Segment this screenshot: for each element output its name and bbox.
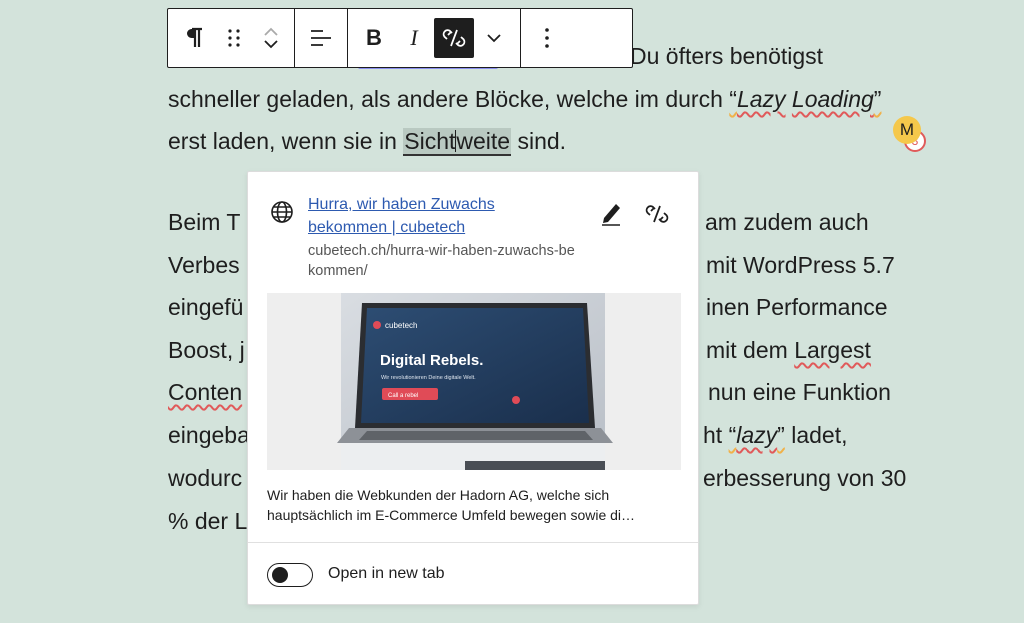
bold-button[interactable]: B xyxy=(354,18,394,58)
align-left-icon xyxy=(311,30,331,46)
toolbar-group-format: B I xyxy=(348,9,521,67)
text-segment: mit dem xyxy=(706,337,795,363)
bold-label: B xyxy=(366,25,382,50)
quote-mark: “ xyxy=(729,86,737,112)
quote-mark: ” xyxy=(777,422,785,448)
text-segment: Verbes xyxy=(168,252,240,278)
preview-cta: Call a rebel xyxy=(388,393,418,399)
text-segment: ladet, xyxy=(784,422,848,448)
toggle-knob xyxy=(272,567,288,583)
toolbar-group-options xyxy=(521,9,573,67)
text-segment: Sicht xyxy=(404,128,456,154)
open-in-new-tab-label[interactable]: Open in new tab xyxy=(328,565,445,583)
quote-mark: ” xyxy=(873,86,882,112)
paragraph2-line-4-left[interactable]: Boost, j xyxy=(168,335,245,365)
globe-icon xyxy=(271,201,293,223)
text-segment: ht xyxy=(703,422,729,448)
italic-button[interactable]: I xyxy=(394,18,434,58)
preview-headline: Digital Rebels. xyxy=(380,352,483,369)
paragraph2-line-3-right[interactable]: inen Performance xyxy=(706,292,888,322)
pencil-icon xyxy=(602,204,620,226)
paragraph2-line-1-right[interactable]: am zudem auch xyxy=(705,207,869,237)
text-segment: wodurc xyxy=(168,465,243,491)
link-title[interactable]: Hurra, wir haben Zuwachs bekommen | cube… xyxy=(308,193,528,239)
text-segment: % der L xyxy=(168,508,248,534)
paragraph2-line-1-left[interactable]: Beim T xyxy=(168,207,240,237)
paragraph-icon xyxy=(187,27,202,47)
block-toolbar: B I xyxy=(167,8,633,68)
avatar[interactable]: M xyxy=(893,116,921,144)
text-segment: Boost, j xyxy=(168,337,245,363)
toolbar-group-block xyxy=(168,9,295,67)
more-vertical-icon xyxy=(545,28,549,48)
text-segment: mit WordPress 5.7 xyxy=(706,252,895,278)
unlink-icon xyxy=(645,205,669,223)
selected-link-text[interactable]: Sichtweite xyxy=(403,128,512,156)
link-popover: Hurra, wir haben Zuwachs bekommen | cube… xyxy=(247,171,699,605)
edit-link-button[interactable] xyxy=(599,200,623,231)
remove-link-button[interactable] xyxy=(645,202,669,231)
spelling-error-word[interactable]: Conten xyxy=(168,379,242,405)
text-segment: sind. xyxy=(511,128,567,154)
paragraph2-line-3-left[interactable]: eingefü xyxy=(168,292,243,322)
open-in-new-tab-toggle[interactable] xyxy=(267,563,313,587)
spelling-error-word[interactable]: lazy xyxy=(736,422,777,448)
paragraph2-line-2-right[interactable]: mit WordPress 5.7 xyxy=(706,250,895,280)
paragraph2-line-7-left[interactable]: wodurc xyxy=(168,463,242,493)
chevron-down-icon xyxy=(487,34,501,43)
text-segment: nun eine Funktion xyxy=(708,379,891,405)
paragraph2-line-6-left[interactable]: eingeba xyxy=(168,420,250,450)
text-segment: eingefü xyxy=(168,294,244,320)
drag-handle-button[interactable] xyxy=(214,18,254,58)
text-segment: erst laden, wenn sie in xyxy=(168,128,404,154)
link-preview-image: cubetech Digital Rebels. Wir revolutioni… xyxy=(267,293,681,470)
text-segment: erbesserung von 30 xyxy=(703,465,907,491)
paragraph2-line-8-left[interactable]: % der L xyxy=(168,506,247,536)
options-button[interactable] xyxy=(527,18,567,58)
paragraph2-line-5-right[interactable]: nun eine Funktion xyxy=(708,377,891,407)
unlink-icon xyxy=(442,29,466,47)
paragraph2-line-2-left[interactable]: Verbes xyxy=(168,250,240,280)
paragraph-line-3[interactable]: erst laden, wenn sie in Sichtweite sind. xyxy=(168,126,566,156)
text-segment: am zudem auch xyxy=(705,209,869,235)
laptop-image: cubetech Digital Rebels. Wir revolutioni… xyxy=(337,293,613,470)
unlink-button[interactable] xyxy=(434,18,474,58)
preview-subline: Wir revolutionieren Deine digitale Welt. xyxy=(381,375,476,381)
paragraph-block-button[interactable] xyxy=(174,18,214,58)
paragraph2-line-4-right[interactable]: mit dem Largest xyxy=(706,335,871,365)
text-segment: weite xyxy=(456,128,511,154)
paragraph-line-2[interactable]: schneller geladen, als andere Blöcke, we… xyxy=(168,84,881,114)
chevron-down-icon[interactable] xyxy=(263,38,279,50)
spelling-error-word[interactable]: Lazy xyxy=(737,86,786,112)
paragraph2-line-7-right[interactable]: erbesserung von 30 xyxy=(703,463,906,493)
text-segment: inen Performance xyxy=(706,294,888,320)
paragraph2-line-5-left[interactable]: Conten xyxy=(168,377,242,407)
align-button[interactable] xyxy=(301,18,341,58)
spelling-error-word[interactable]: Largest xyxy=(794,337,871,363)
avatar-initial: M xyxy=(899,120,915,139)
link-description: Wir haben die Webkunden der Hadorn AG, w… xyxy=(267,487,636,523)
drag-handle-icon xyxy=(228,29,240,47)
chevron-up-icon[interactable] xyxy=(263,26,279,38)
text-segment: eingeba xyxy=(168,422,250,448)
spelling-error-word[interactable]: Loading xyxy=(792,86,874,112)
paragraph2-line-6-right[interactable]: ht “lazy” ladet, xyxy=(703,420,847,450)
preview-brand: cubetech xyxy=(385,321,417,330)
italic-label: I xyxy=(410,25,418,50)
paragraph-line-1: Du öfters benötigst xyxy=(630,41,823,71)
link-url: cubetech.ch/hurra-wir-haben-zuwachs-beko… xyxy=(308,243,575,279)
move-buttons xyxy=(254,18,288,58)
toolbar-group-align xyxy=(295,9,348,67)
text-segment: Beim T xyxy=(168,209,241,235)
text-segment: Du öfters benötigst xyxy=(630,43,824,69)
more-rich-text-button[interactable] xyxy=(474,18,514,58)
divider xyxy=(248,542,698,543)
text-segment: schneller geladen, als andere Blöcke, we… xyxy=(168,86,730,112)
